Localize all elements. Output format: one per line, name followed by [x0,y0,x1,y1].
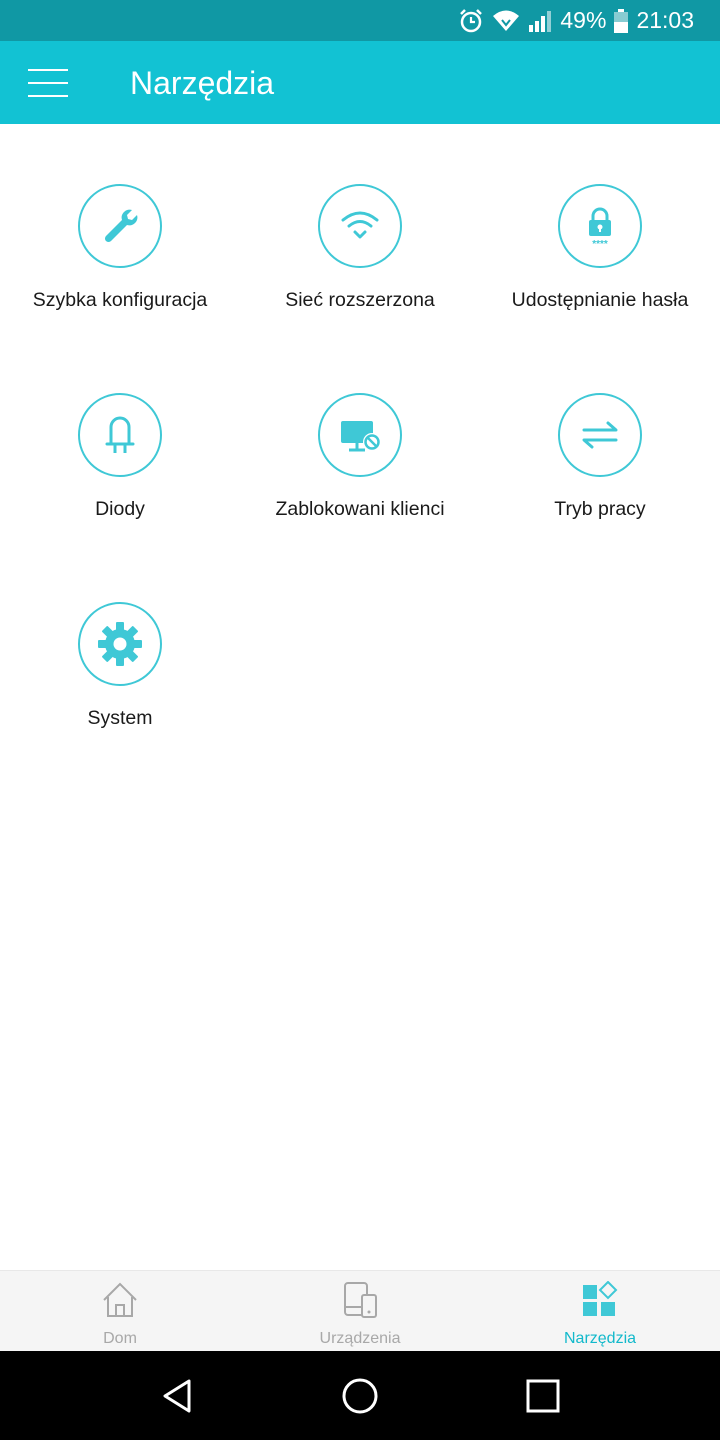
tool-label: Szybka konfiguracja [32,289,208,311]
tool-password-sharing[interactable]: **** Udostępnianie hasła [480,124,720,314]
back-icon[interactable] [152,1371,202,1421]
page-title: Narzędzia [130,65,275,101]
tool-operation-mode[interactable]: Tryb pracy [480,333,720,523]
tool-extended-network[interactable]: Sieć rozszerzona [240,124,480,314]
tool-label: Tryb pracy [554,498,646,520]
gear-icon [78,602,162,686]
battery-percent: 49% [560,7,607,33]
app-bar: Narzędzia [0,41,720,124]
recents-square-icon[interactable] [518,1371,568,1421]
wifi-icon [492,9,520,33]
home-icon [103,1282,137,1317]
battery-icon [614,8,629,33]
tool-system[interactable]: System [0,542,240,732]
nav-label: Narzędzia [563,1330,637,1347]
bottom-nav: Dom Urządzenia Narzędzia [0,1270,720,1351]
devices-icon [344,1282,377,1318]
wrench-icon [78,184,162,268]
nav-tools[interactable]: Narzędzia [480,1271,720,1352]
signal-icon [528,9,552,33]
system-nav-bar [0,1351,720,1440]
nav-devices[interactable]: Urządzenia [240,1271,480,1352]
tool-label: Udostępnianie hasła [511,289,689,311]
switch-arrows-icon [558,393,642,477]
home-circle-icon[interactable] [335,1371,385,1421]
password-lock-icon: **** [558,184,642,268]
led-icon [78,393,162,477]
tool-blocked-clients[interactable]: Zablokowani klienci [240,333,480,523]
tool-leds[interactable]: Diody [0,333,240,523]
hamburger-menu-icon[interactable] [28,69,68,97]
tools-icon [583,1281,618,1316]
wifi-extended-icon [318,184,402,268]
svg-text:****: **** [592,239,608,248]
tool-label: Sieć rozszerzona [285,289,435,311]
tool-quick-setup[interactable]: Szybka konfiguracja [0,124,240,314]
nav-label: Urządzenia [319,1330,401,1347]
tool-label: Zablokowani klienci [275,498,445,520]
status-bar: 49% 21:03 [0,0,720,41]
nav-home[interactable]: Dom [0,1271,240,1352]
blocked-monitor-icon [318,393,402,477]
clock: 21:03 [636,7,694,33]
tool-label: Diody [95,498,145,520]
alarm-icon [458,8,484,34]
nav-label: Dom [103,1330,137,1347]
tool-label: System [87,707,153,729]
